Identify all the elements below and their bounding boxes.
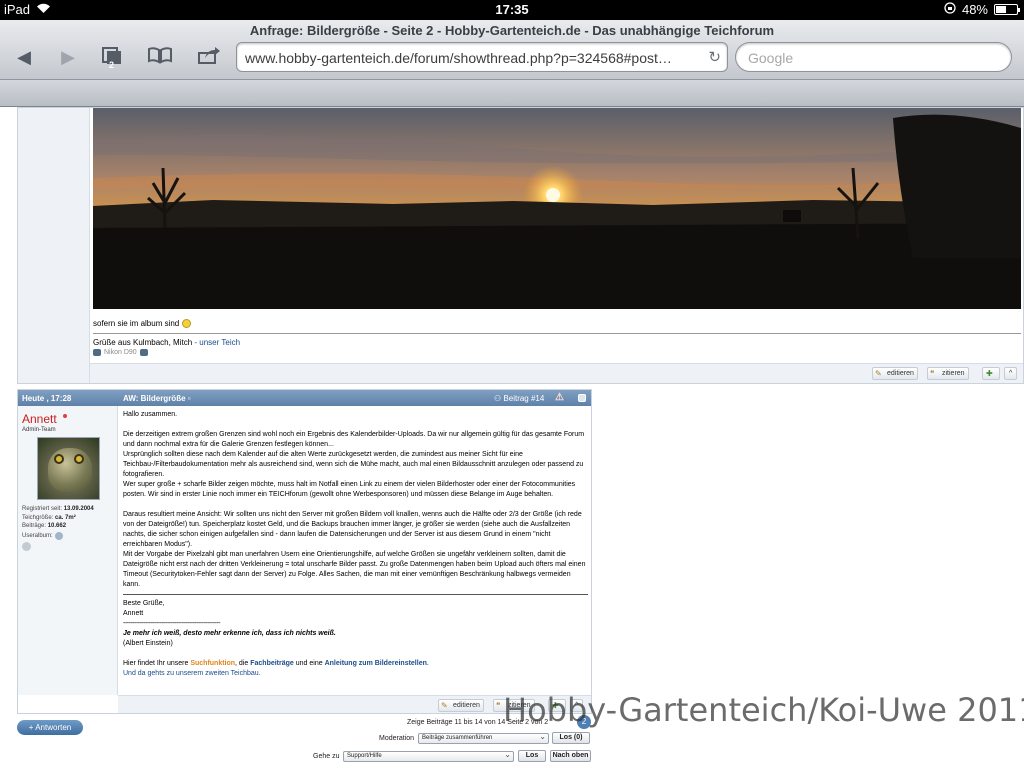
battery-percent: 48%	[961, 2, 988, 17]
teichbau-link[interactable]: Und da gehts zu unserem zweiten Teichbau…	[123, 669, 588, 679]
author-name[interactable]: Annett	[22, 412, 57, 426]
report-icon[interactable]: ⚠	[555, 392, 564, 403]
select-post-checkbox[interactable]	[578, 394, 586, 402]
browser-toolbar: Anfrage: Bildergröße - Seite 2 - Hobby-G…	[0, 20, 1024, 80]
users-icon: ⚇	[494, 394, 502, 403]
author-rank: Admin-Team	[22, 427, 56, 433]
forward-button[interactable]: ▶	[54, 46, 82, 68]
multiquote-icon: ✚	[986, 369, 993, 378]
signature-divider	[123, 594, 588, 595]
pencil-icon: ✎	[441, 701, 448, 710]
fachbeitraege-link[interactable]: Fachbeiträge	[250, 660, 294, 667]
frog-avatar-image	[48, 448, 92, 492]
goto-select[interactable]: Support/Hilfe	[343, 750, 514, 762]
tab-count: 2	[109, 60, 115, 70]
camera-line: Nikon D90	[93, 349, 148, 356]
post-body: Hallo zusammen. Die derzeitigen extrem g…	[123, 410, 588, 679]
battery-level	[996, 6, 1006, 13]
goto-go-button[interactable]: Los	[518, 750, 546, 762]
user-album[interactable]: Useralbum:	[22, 532, 63, 540]
page-content: sofern sie im album sind Grüße aus Kulmb…	[0, 107, 1024, 768]
reload-icon[interactable]: ↻	[708, 48, 721, 66]
teich-link[interactable]: - unser Teich	[194, 338, 240, 347]
reply-button[interactable]: + Antworten	[17, 720, 83, 735]
quote-icon: ❝	[930, 369, 935, 378]
quote-icon: ❝	[496, 701, 501, 710]
pencil-icon: ✎	[875, 369, 882, 378]
post-date: Heute , 17:28	[22, 394, 72, 403]
tabs-button[interactable]: 2	[98, 46, 126, 70]
previous-post-footer: ✎ editieren ❝ zitieren ✚ ^	[90, 363, 1023, 383]
previous-post-text: sofern sie im album sind	[93, 319, 191, 329]
author-panel: Annett Admin-Team Registriert seit: 13.0…	[18, 406, 118, 695]
goto-label: Gehe zu	[313, 753, 340, 760]
share-icon	[198, 47, 220, 64]
share-button[interactable]	[195, 46, 223, 68]
post-number-link[interactable]: ⚇ Beitrag #14	[494, 394, 544, 403]
album-icon[interactable]	[54, 532, 63, 540]
online-status-icon	[63, 414, 67, 418]
status-right: 48%	[944, 2, 1020, 17]
moderation-select[interactable]: Beiträge zusammenführen	[418, 732, 549, 744]
book-icon	[148, 47, 172, 64]
battery-icon	[994, 4, 1020, 15]
post-14: Heute , 17:28 AW: Bildergröße ▫ ⚇ Beitra…	[17, 389, 592, 714]
bookmarks-button[interactable]	[146, 46, 174, 68]
signature-links: Hier findet Ihr unsere Suchfunktion, die…	[123, 660, 429, 667]
search-placeholder: Google	[748, 50, 794, 66]
address-bar[interactable]: www.hobby-gartenteich.de/forum/showthrea…	[236, 42, 728, 72]
profile-icon[interactable]	[22, 542, 31, 551]
signature-divider	[93, 333, 1021, 334]
status-time: 17:35	[495, 2, 529, 17]
watermark: Hobby-Gartenteich/Koi-Uwe 2011	[503, 691, 1024, 729]
back-button[interactable]: ◀	[10, 46, 38, 68]
author-stats: Registriert seit: 13.09.2004 Teichgröße:…	[22, 506, 94, 529]
url-text: www.hobby-gartenteich.de/forum/showthrea…	[245, 50, 672, 66]
multiquote-button[interactable]: ✚	[982, 367, 1000, 380]
search-field[interactable]: Google	[735, 42, 1012, 72]
rotation-lock-icon	[944, 2, 956, 17]
previous-post-sidebar	[18, 108, 90, 383]
sunset-photo	[93, 108, 1021, 309]
top-button[interactable]: ^	[1004, 367, 1018, 380]
bildereinstellen-link[interactable]: Anleitung zum Bildereinstellen	[325, 660, 427, 667]
edit-button[interactable]: ✎ editieren	[438, 699, 484, 712]
back-to-top-button[interactable]: Nach oben	[550, 750, 591, 762]
post-title: AW: Bildergröße ▫	[123, 394, 191, 403]
document-icon: ▫	[187, 394, 191, 403]
smiley-icon	[181, 319, 191, 329]
bookmarks-bar	[0, 80, 1024, 107]
previous-post-signature: Grüße aus Kulmbach, Mitch - unser Teich	[93, 338, 241, 347]
camera-icon	[93, 349, 101, 356]
camera-icon	[139, 349, 148, 356]
frog-eye	[54, 454, 64, 464]
status-bar: iPad 17:35 48%	[0, 0, 1024, 20]
avatar[interactable]	[37, 437, 100, 500]
moderation-go-button[interactable]: Los (0)	[552, 732, 590, 744]
quote-button[interactable]: ❝ zitieren	[927, 367, 969, 380]
edit-button[interactable]: ✎ editieren	[872, 367, 918, 380]
previous-post: sofern sie im album sind Grüße aus Kulmb…	[17, 107, 1024, 384]
frog-eye	[74, 454, 84, 464]
post-header: Heute , 17:28 AW: Bildergröße ▫ ⚇ Beitra…	[18, 390, 591, 406]
page-title: Anfrage: Bildergröße - Seite 2 - Hobby-G…	[249, 23, 775, 38]
moderation-label: Moderation	[379, 735, 415, 742]
search-function-link[interactable]: Suchfunktion	[190, 660, 235, 667]
